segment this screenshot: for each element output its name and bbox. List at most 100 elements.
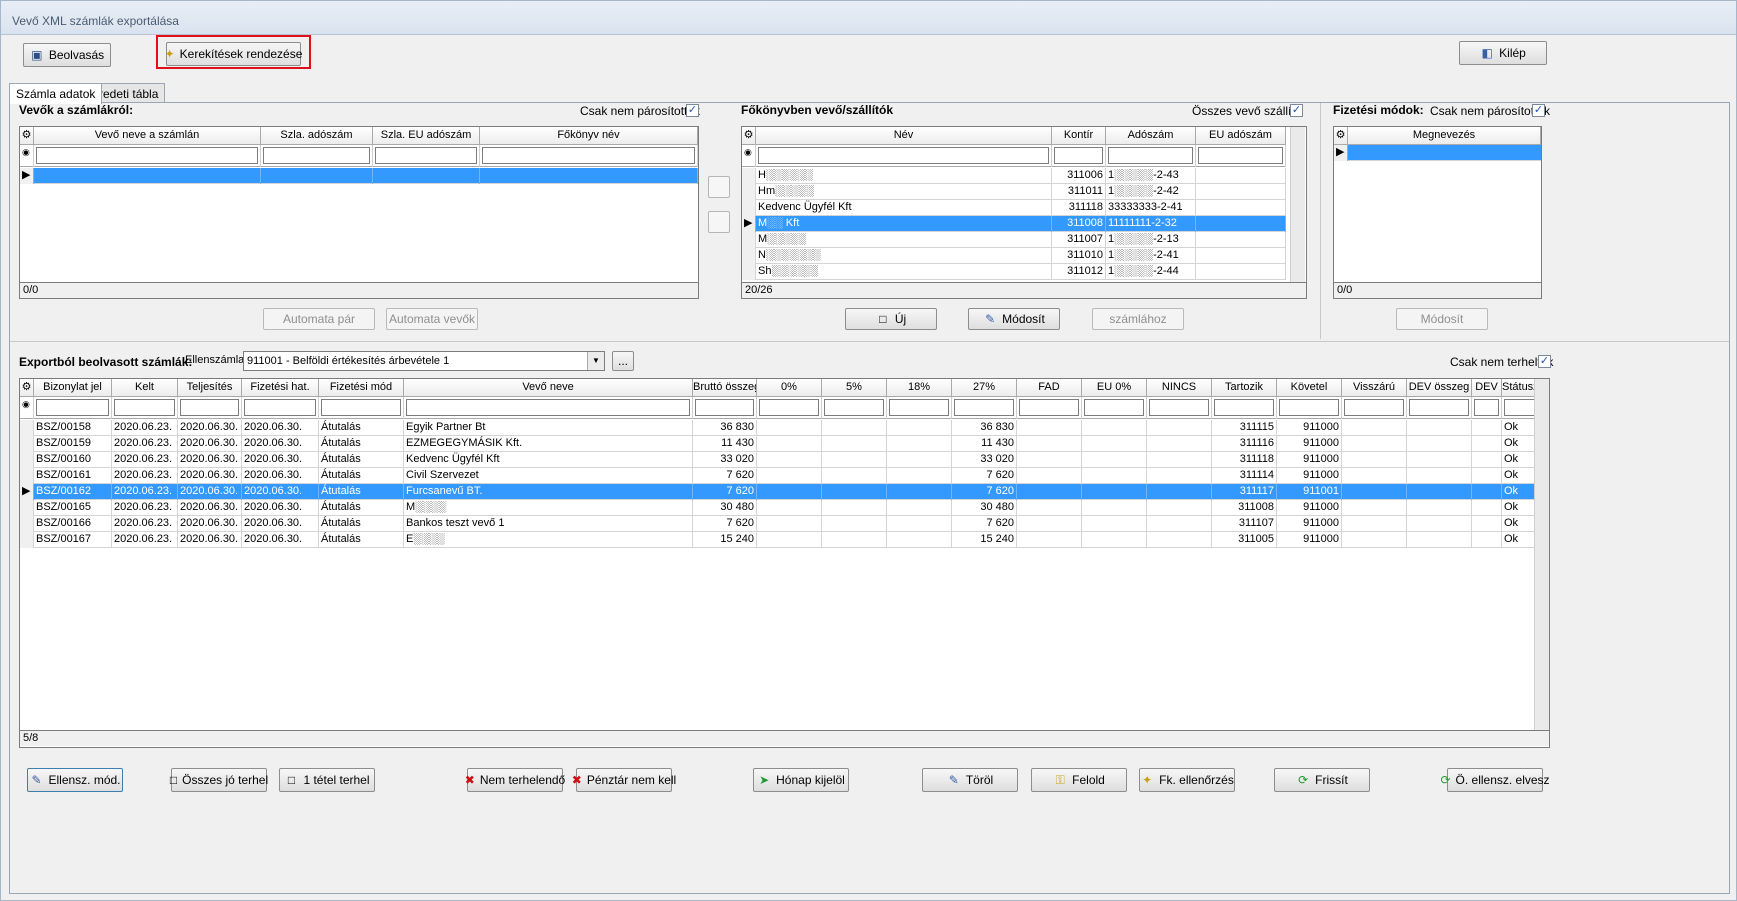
column-header[interactable]: Bizonylat jel — [34, 379, 112, 397]
ledger-check-button[interactable]: ✦ Fk. ellenőrzés — [1139, 768, 1235, 792]
col-name[interactable]: Név — [756, 127, 1052, 145]
column-header[interactable]: Követel — [1277, 379, 1342, 397]
table-row[interactable]: BSZ/00166 2020.06.23. 2020.06.30. 2020.06.3… — [20, 516, 1538, 532]
table-row[interactable]: ▶ M░░ Kft 311008 11111111-2-32 — [742, 216, 1286, 232]
ledger-all-checkbox[interactable]: ✓ — [1290, 104, 1303, 117]
filter-input[interactable] — [244, 399, 316, 416]
counter-account-select[interactable]: 911001 - Belföldi értékesítés árbevétele… — [243, 351, 605, 371]
table-row[interactable]: BSZ/00161 2020.06.23. 2020.06.30. 2020.06.3… — [20, 468, 1538, 484]
grid-options-icon[interactable]: ⚙ — [20, 379, 34, 397]
filter-customer-name[interactable] — [36, 147, 258, 164]
filter-name[interactable] — [758, 147, 1049, 164]
table-row[interactable]: ▶ — [20, 168, 698, 184]
delete-button[interactable]: ✎ Töröl — [922, 768, 1018, 792]
col-customer-name[interactable]: Vevő neve a számlán — [34, 127, 261, 145]
column-header[interactable]: 5% — [822, 379, 887, 397]
filter-input[interactable] — [36, 399, 109, 416]
payment-modify-button[interactable]: Módosít — [1396, 308, 1488, 330]
filter-input[interactable] — [321, 399, 401, 416]
column-header[interactable]: EU 0% — [1082, 379, 1147, 397]
export-scrollbar[interactable] — [1534, 379, 1549, 730]
filter-tax-number[interactable] — [1108, 147, 1193, 164]
grid-options-icon[interactable]: ⚙ — [1334, 127, 1348, 145]
filter-input[interactable] — [180, 399, 239, 416]
unlock-button[interactable]: ⚿ Felold — [1031, 768, 1127, 792]
column-header[interactable]: Fizetési hat. — [242, 379, 319, 397]
filter-input[interactable] — [889, 399, 949, 416]
browse-button[interactable]: ... — [612, 351, 634, 371]
filter-account[interactable] — [1054, 147, 1103, 164]
filter-input[interactable] — [1019, 399, 1079, 416]
table-row[interactable]: Kedvenc Ügyfél Kft 311118 33333333-2-41 — [742, 200, 1286, 216]
filter-input[interactable] — [954, 399, 1014, 416]
no-cash-button[interactable]: ✖ Pénztár nem kell — [572, 768, 676, 792]
filter-eu-tax-number[interactable] — [375, 147, 477, 164]
table-row[interactable]: BSZ/00160 2020.06.23. 2020.06.30. 2020.06.3… — [20, 452, 1538, 468]
filter-input[interactable] — [695, 399, 754, 416]
column-header[interactable]: 0% — [757, 379, 822, 397]
only-not-charged-checkbox[interactable]: ✓ — [1538, 355, 1551, 368]
filter-input[interactable] — [1149, 399, 1209, 416]
col-description[interactable]: Megnevezés — [1348, 127, 1541, 145]
filter-input[interactable] — [1504, 399, 1535, 416]
exit-button[interactable]: ◧ Kilép — [1459, 41, 1547, 65]
filter-input[interactable] — [824, 399, 884, 416]
filter-input[interactable] — [1279, 399, 1339, 416]
filter-input[interactable] — [1084, 399, 1144, 416]
auto-customers-button[interactable]: Automata vevők — [386, 308, 478, 330]
column-header[interactable]: DEV összeg — [1407, 379, 1472, 397]
column-header[interactable]: Státusz — [1502, 379, 1538, 397]
table-row[interactable]: BSZ/00167 2020.06.23. 2020.06.30. 2020.06.3… — [20, 532, 1538, 548]
ledger-scrollbar[interactable] — [1290, 127, 1305, 282]
assign-arrow-button[interactable] — [708, 176, 730, 198]
table-row[interactable]: H░░░░░░ 311006 1░░░░░-2-43 — [742, 168, 1286, 184]
filter-ledger-name[interactable] — [482, 147, 695, 164]
filter-input[interactable] — [1409, 399, 1469, 416]
column-header[interactable]: 18% — [887, 379, 952, 397]
column-header[interactable]: NINCS — [1147, 379, 1212, 397]
table-row[interactable]: Sh░░░░░░ 311012 1░░░░░-2-44 — [742, 264, 1286, 280]
filter-input[interactable] — [114, 399, 175, 416]
filter-input[interactable] — [759, 399, 819, 416]
table-row[interactable]: BSZ/00158 2020.06.23. 2020.06.30. 2020.06.3… — [20, 420, 1538, 436]
grid-options-icon[interactable]: ⚙ — [20, 127, 34, 145]
filter-input[interactable] — [1474, 399, 1499, 416]
unassign-arrow-button[interactable] — [708, 211, 730, 233]
column-header[interactable]: Tartozik — [1212, 379, 1277, 397]
column-header[interactable]: DEV — [1472, 379, 1502, 397]
tab-invoice-data[interactable]: Számla adatok — [9, 83, 103, 104]
column-header[interactable]: Fizetési mód — [319, 379, 404, 397]
column-header[interactable]: Teljesítés — [178, 379, 242, 397]
to-invoice-button[interactable]: számlához — [1092, 308, 1184, 330]
col-eu-tax-number[interactable]: EU adószám — [1196, 127, 1286, 145]
column-header[interactable]: Bruttó összeg — [693, 379, 757, 397]
month-select-button[interactable]: ➤ Hónap kijelöl — [753, 768, 849, 792]
table-row[interactable]: BSZ/00159 2020.06.23. 2020.06.30. 2020.06.3… — [20, 436, 1538, 452]
read-button[interactable]: ▣ Beolvasás — [23, 43, 111, 67]
filter-tax-number[interactable] — [263, 147, 370, 164]
new-button[interactable]: □ Új — [845, 308, 937, 330]
table-row[interactable]: N░░░░░░░ 311010 1░░░░░-2-41 — [742, 248, 1286, 264]
grid-options-icon[interactable]: ⚙ — [742, 127, 756, 145]
rounding-button[interactable]: ✦ Kerekítések rendezése — [165, 42, 302, 66]
column-header[interactable]: Visszárú — [1342, 379, 1407, 397]
filter-input[interactable] — [406, 399, 690, 416]
filter-eu-tax-number[interactable] — [1198, 147, 1283, 164]
column-header[interactable]: 27% — [952, 379, 1017, 397]
modify-button[interactable]: ✎ Módosít — [968, 308, 1060, 330]
chevron-down-icon[interactable]: ▼ — [587, 352, 604, 370]
table-row[interactable]: Hm░░░░░ 311011 1░░░░░-2-42 — [742, 184, 1286, 200]
charge-all-good-button[interactable]: □ Összes jó terhel — [170, 768, 268, 792]
payment-only-unpaired-checkbox[interactable]: ✓ — [1532, 104, 1545, 117]
customers-only-unpaired-checkbox[interactable]: ✓ — [686, 104, 699, 117]
col-ledger-name[interactable]: Főkönyv név — [480, 127, 698, 145]
column-header[interactable]: Vevő neve — [404, 379, 693, 397]
refresh-button[interactable]: ⟳ Frissít — [1274, 768, 1370, 792]
auto-pair-button[interactable]: Automata pár — [263, 308, 375, 330]
table-row[interactable]: ▶ — [1334, 145, 1541, 161]
table-row[interactable]: ▶ BSZ/00162 2020.06.23. 2020.06.30. 2020.06.… — [20, 484, 1538, 500]
col-eu-tax-number[interactable]: Szla. EU adószám — [373, 127, 480, 145]
counter-mod-button[interactable]: ✎ Ellensz. mód. — [27, 768, 123, 792]
table-row[interactable]: BSZ/00165 2020.06.23. 2020.06.30. 2020.06.3… — [20, 500, 1538, 516]
col-account[interactable]: Kontír — [1052, 127, 1106, 145]
